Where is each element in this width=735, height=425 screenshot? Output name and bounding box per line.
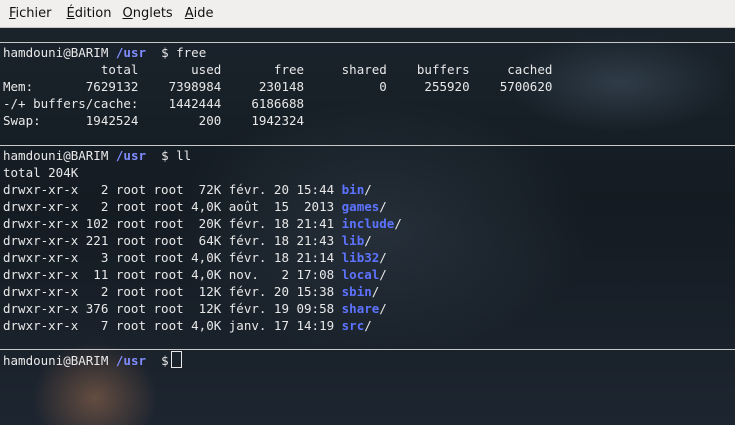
entry-dir-name: src [341,318,365,333]
entry-suffix: / [379,250,387,265]
free-header: total used free shared buffers cached [3,62,553,77]
menu-onglets-mnemonic: O [122,6,133,21]
prompt-user-host: hamdouni@BARIM [3,353,109,368]
menu-aide-mnemonic: A [184,6,194,21]
menubar: Fichier Édition Onglets Aide [0,0,735,28]
ll-entry: drwxr-xr-x 2 root root 4,0K août 15 2013… [3,198,387,215]
entry-suffix: / [364,182,372,197]
ll-total: total 204K [3,165,79,180]
prompt-user-host: hamdouni@BARIM [3,148,109,163]
prompt-path: /usr [115,148,146,163]
menu-edition[interactable]: Édition [62,0,117,27]
free-row-buffers: -/+ buffers/cache: 1442444 6186688 [3,96,305,111]
ll-entry: drwxr-xr-x 11 root root 4,0K nov. 2 17:0… [3,266,387,283]
entry-suffix: / [379,267,387,282]
entry-suffix: / [394,216,402,231]
menu-aide-label: ide [193,6,214,21]
prompt-symbol: $ [161,353,169,368]
text-cursor [170,351,182,368]
ll-entry: drwxr-xr-x 2 root root 72K févr. 20 15:4… [3,181,372,198]
prompt-separator [0,42,735,43]
prompt-path: /usr [115,45,146,60]
prompt-separator [0,145,735,146]
prompt-path: /usr [115,353,146,368]
entry-suffix: / [371,284,380,299]
menu-fichier-label: ichier [15,6,52,21]
ll-entry: drwxr-xr-x 102 root root 20K févr. 18 21… [3,215,402,232]
terminal-area[interactable]: hamdouni@BARIM /usr $ free total used fr… [0,28,735,425]
entry-meta: drwxr-xr-x 7 root root 4,0K janv. 17 14:… [3,318,342,333]
entry-suffix: / [379,199,387,214]
entry-suffix: / [364,318,372,333]
entry-meta: drwxr-xr-x 3 root root 4,0K févr. 18 21:… [3,250,342,265]
ll-entry: drwxr-xr-x 376 root root 12K févr. 19 09… [3,300,387,317]
prompt-symbol: $ [161,45,169,60]
entry-dir-name: games [341,199,380,214]
entry-dir-name: local [341,267,380,282]
menu-onglets[interactable]: Onglets [117,0,177,27]
free-row-swap: Swap: 1942524 200 1942324 [3,113,305,128]
command-ll: ll [176,148,192,163]
entry-suffix: / [379,301,387,316]
entry-meta: drwxr-xr-x 2 root root 72K févr. 20 15:4… [3,182,342,197]
entry-suffix: / [364,233,372,248]
entry-dir-name: share [341,301,380,316]
menu-onglets-label: nglets [132,6,173,21]
entry-dir-name: lib [341,233,365,248]
entry-dir-name: sbin [341,284,372,299]
ll-entry: drwxr-xr-x 7 root root 4,0K janv. 17 14:… [3,317,372,334]
entry-meta: drwxr-xr-x 2 root root 12K févr. 20 15:3… [3,284,342,299]
ll-entry: drwxr-xr-x 3 root root 4,0K févr. 18 21:… [3,249,387,266]
entry-meta: drwxr-xr-x 102 root root 20K févr. 18 21… [3,216,342,231]
ll-entry: drwxr-xr-x 2 root root 12K févr. 20 15:3… [3,283,379,300]
free-row-mem: Mem: 7629132 7398984 230148 0 255920 570… [3,79,553,94]
entry-dir-name: bin [341,182,365,197]
ll-entry: drwxr-xr-x 221 root root 64K févr. 18 21… [3,232,372,249]
prompt-separator [0,349,735,350]
menu-edition-mnemonic: É [66,6,75,21]
entry-meta: drwxr-xr-x 11 root root 4,0K nov. 2 17:0… [3,267,342,282]
prompt-line-ll: hamdouni@BARIM /usr $ ll [3,147,191,164]
entry-meta: drwxr-xr-x 221 root root 64K févr. 18 21… [3,233,342,248]
menu-aide[interactable]: Aide [180,0,219,27]
entry-dir-name: lib32 [341,250,380,265]
prompt-line-free: hamdouni@BARIM /usr $ free [3,44,206,61]
menu-fichier[interactable]: Fichier [4,0,57,27]
entry-dir-name: include [341,216,395,231]
prompt-user-host: hamdouni@BARIM [3,45,109,60]
entry-meta: drwxr-xr-x 376 root root 12K févr. 19 09… [3,301,342,316]
prompt-symbol: $ [161,148,169,163]
entry-meta: drwxr-xr-x 2 root root 4,0K août 15 2013 [3,199,342,214]
prompt-line-current[interactable]: hamdouni@BARIM /usr $ [3,351,182,368]
menu-edition-label: dition [74,6,112,21]
command-free: free [176,45,207,60]
